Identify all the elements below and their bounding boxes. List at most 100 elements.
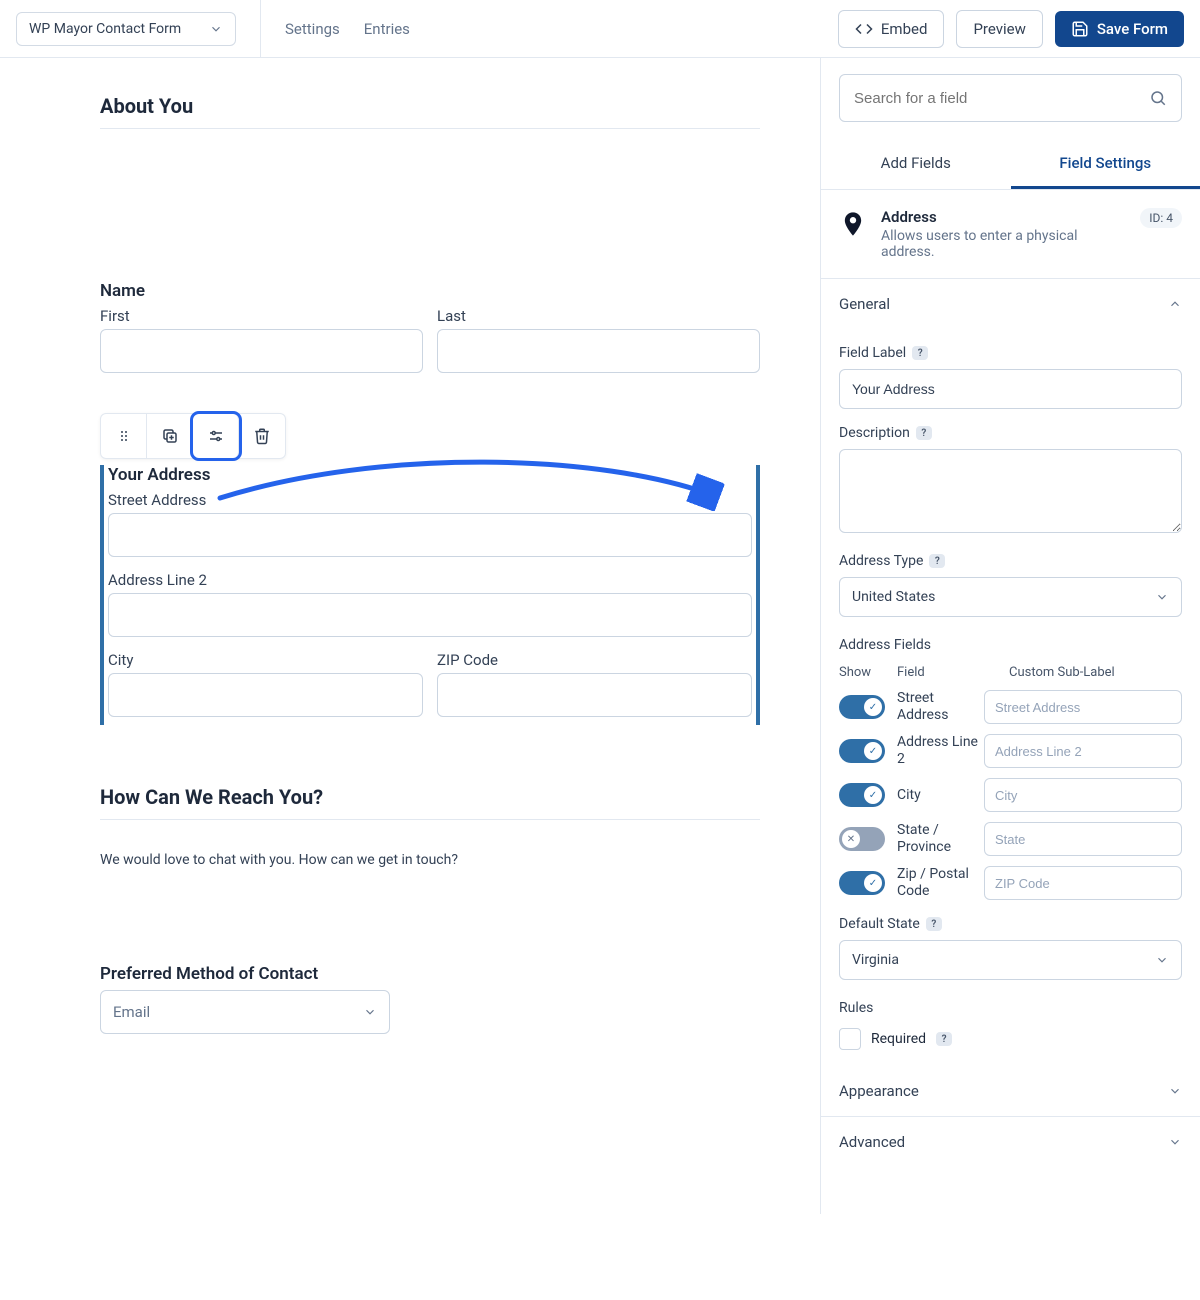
- chevron-down-icon: [363, 1005, 377, 1019]
- field-name: Address Line 2: [897, 734, 984, 768]
- address-type-value: United States: [852, 589, 935, 605]
- show-toggle[interactable]: ✕: [839, 827, 885, 851]
- address-field-row: ✓ Street Address: [839, 690, 1182, 724]
- default-state-value: Virginia: [852, 952, 899, 968]
- accordion-label: Appearance: [839, 1082, 919, 1100]
- chevron-down-icon: [1155, 953, 1169, 967]
- preferred-value: Email: [113, 1003, 150, 1021]
- location-icon: [839, 210, 867, 238]
- field-toolbar: [100, 413, 286, 459]
- duplicate-icon: [161, 427, 179, 445]
- name-label: Name: [100, 281, 760, 301]
- chevron-up-icon: [1168, 297, 1182, 311]
- search-field[interactable]: [839, 74, 1182, 122]
- sublabel-input[interactable]: [984, 734, 1182, 768]
- address-field-row: ✓ City: [839, 778, 1182, 812]
- section-about-you: About You: [100, 94, 760, 118]
- required-option: Required ?: [839, 1028, 1182, 1050]
- zip-input[interactable]: [437, 673, 752, 717]
- accordion-appearance[interactable]: Appearance: [821, 1066, 1200, 1117]
- accordion-advanced[interactable]: Advanced: [821, 1117, 1200, 1167]
- rules-heading: Rules: [839, 1000, 1182, 1016]
- sublabel-input[interactable]: [984, 778, 1182, 812]
- address-type-select[interactable]: United States: [839, 577, 1182, 617]
- code-icon: [855, 20, 873, 38]
- show-toggle[interactable]: ✓: [839, 871, 885, 895]
- field-name: City: [897, 787, 984, 804]
- topbar: WP Mayor Contact Form Settings Entries E…: [0, 0, 1200, 58]
- save-label: Save Form: [1097, 20, 1168, 38]
- save-icon: [1071, 20, 1089, 38]
- help-icon[interactable]: ?: [936, 1032, 952, 1046]
- delete-button[interactable]: [239, 414, 285, 458]
- sliders-icon: [207, 427, 225, 445]
- help-icon[interactable]: ?: [916, 426, 932, 440]
- first-input[interactable]: [100, 329, 423, 373]
- embed-button[interactable]: Embed: [838, 10, 945, 48]
- default-state-select[interactable]: Virginia: [839, 940, 1182, 980]
- preview-label: Preview: [973, 20, 1025, 38]
- col-custom: Custom Sub-Label: [1009, 665, 1182, 680]
- accordion-label: Advanced: [839, 1133, 905, 1151]
- chevron-down-icon: [1168, 1135, 1182, 1149]
- preferred-select[interactable]: Email: [100, 990, 390, 1034]
- drag-handle[interactable]: [101, 414, 147, 458]
- form-picker-label: WP Mayor Contact Form: [29, 21, 181, 37]
- last-label: Last: [437, 307, 760, 325]
- section-reach-you: How Can We Reach You?: [100, 785, 760, 809]
- last-input[interactable]: [437, 329, 760, 373]
- nav-settings[interactable]: Settings: [285, 20, 340, 38]
- preferred-label: Preferred Method of Contact: [100, 964, 760, 984]
- divider: [100, 128, 760, 129]
- address-field-row: ✓ Address Line 2: [839, 734, 1182, 768]
- sublabel-input[interactable]: [984, 690, 1182, 724]
- tab-field-settings[interactable]: Field Settings: [1011, 142, 1200, 189]
- nav-entries[interactable]: Entries: [364, 20, 410, 38]
- description-input[interactable]: [839, 449, 1182, 533]
- address-field-row: ✓Zip / Postal Code: [839, 866, 1182, 900]
- field-type-title: Address: [881, 208, 1126, 226]
- city-label: City: [108, 651, 423, 669]
- show-toggle[interactable]: ✓: [839, 783, 885, 807]
- form-picker[interactable]: WP Mayor Contact Form: [16, 12, 236, 46]
- address-fields-heading: Address Fields: [839, 637, 1182, 653]
- help-icon[interactable]: ?: [929, 554, 945, 568]
- field-name: State / Province: [897, 822, 984, 856]
- line2-label: Address Line 2: [108, 571, 752, 589]
- first-label: First: [100, 307, 423, 325]
- duplicate-button[interactable]: [147, 414, 193, 458]
- chevron-down-icon: [1155, 590, 1169, 604]
- show-toggle[interactable]: ✓: [839, 695, 885, 719]
- city-input[interactable]: [108, 673, 423, 717]
- field-label-heading: Field Label ?: [839, 345, 1182, 361]
- field-type-info: Address Allows users to enter a physical…: [821, 190, 1200, 279]
- col-field: Field: [897, 665, 1009, 680]
- description-heading: Description ?: [839, 425, 1182, 441]
- field-name: Street Address: [897, 690, 984, 724]
- divider: [100, 819, 760, 820]
- trash-icon: [253, 427, 271, 445]
- address-fields-header: Show Field Custom Sub-Label: [839, 665, 1182, 680]
- save-form-button[interactable]: Save Form: [1055, 11, 1184, 47]
- show-toggle[interactable]: ✓: [839, 739, 885, 763]
- sublabel-input[interactable]: [984, 822, 1182, 856]
- address-field[interactable]: Your Address Street Address Address Line…: [100, 465, 760, 725]
- sublabel-input[interactable]: [984, 866, 1182, 900]
- search-input[interactable]: [854, 90, 1149, 107]
- field-id-badge: ID: 4: [1140, 208, 1182, 228]
- default-state-heading: Default State ?: [839, 916, 1182, 932]
- embed-label: Embed: [881, 20, 928, 38]
- preview-button[interactable]: Preview: [956, 10, 1042, 48]
- required-checkbox[interactable]: [839, 1028, 861, 1050]
- tab-add-fields[interactable]: Add Fields: [821, 142, 1011, 189]
- line2-input[interactable]: [108, 593, 752, 637]
- accordion-general[interactable]: General: [821, 279, 1200, 329]
- address-field-row: ✕ State / Province: [839, 822, 1182, 856]
- search-icon: [1149, 89, 1167, 107]
- help-icon[interactable]: ?: [926, 917, 942, 931]
- help-icon[interactable]: ?: [912, 346, 928, 360]
- divider: [260, 0, 261, 57]
- street-input[interactable]: [108, 513, 752, 557]
- field-label-input[interactable]: [839, 369, 1182, 409]
- field-settings-button[interactable]: [193, 414, 239, 458]
